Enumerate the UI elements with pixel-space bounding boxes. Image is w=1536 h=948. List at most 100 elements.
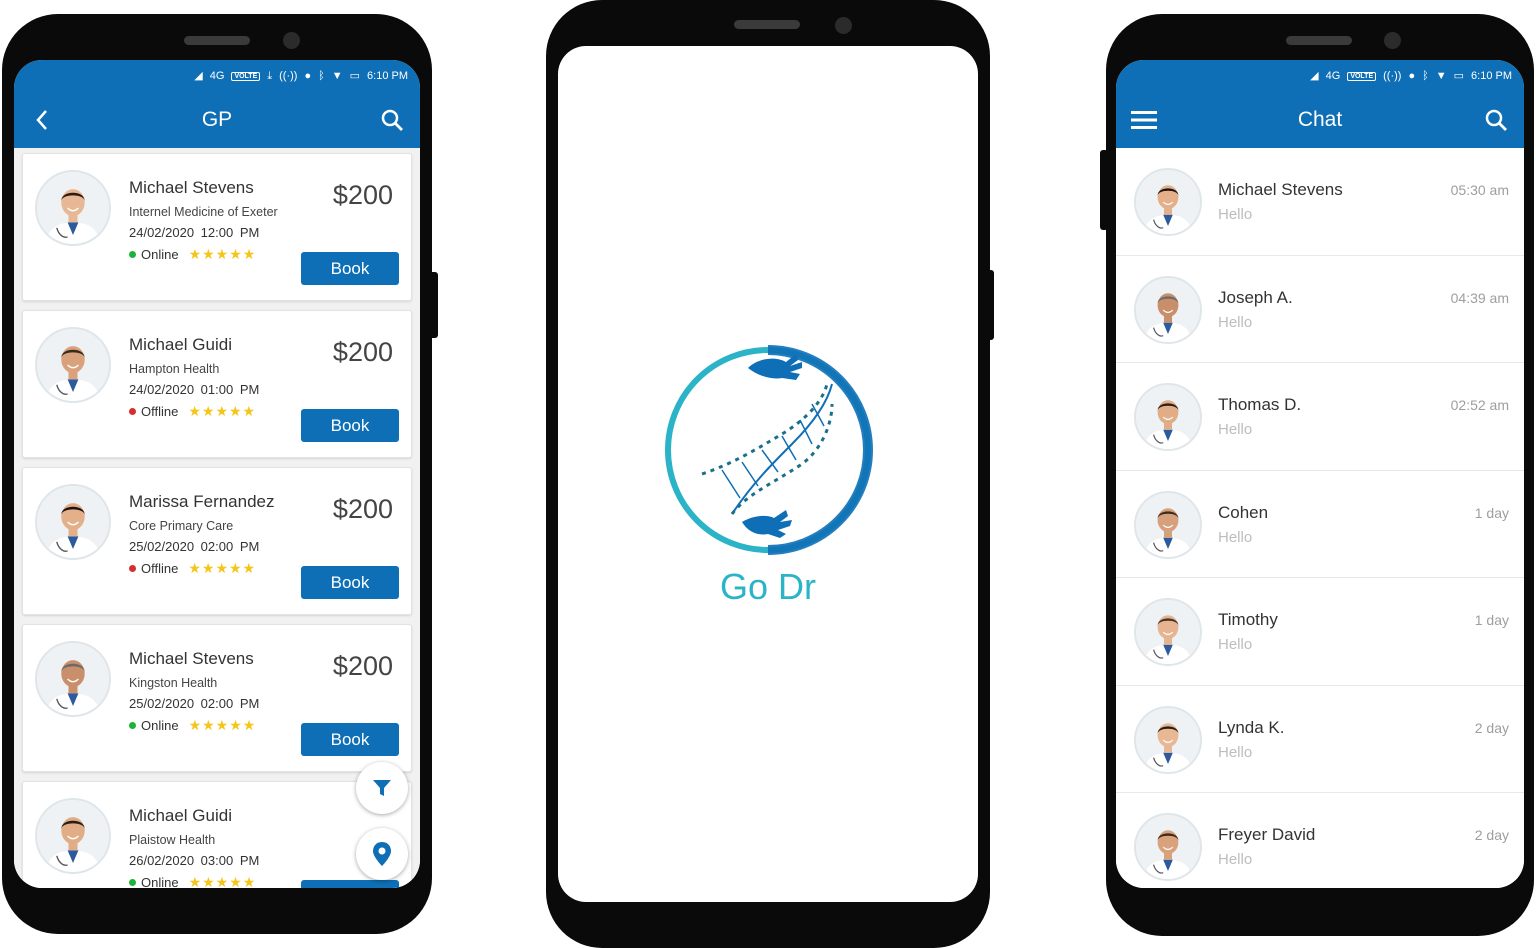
hotspot-icon: ((·)) [279, 69, 298, 82]
chat-list-item[interactable]: Freyer David Hello 2 day [1116, 793, 1524, 888]
doctor-practice: Hampton Health [129, 362, 220, 376]
search-icon[interactable] [1482, 106, 1510, 134]
volte-badge: VOLTE [1347, 71, 1377, 81]
status-time: 6:10 PM [367, 70, 408, 82]
availability-status: Online ★★★★★ [129, 246, 256, 263]
last-message: Hello [1218, 528, 1253, 546]
phone-chat: ◢ 4G VOLTE ((·)) ● ᛒ ▼ ▭ 6:10 PM Chat Mi… [1106, 14, 1534, 936]
doctor-card[interactable]: Michael Guidi Hampton Health 24/02/2020 01… [22, 310, 412, 458]
last-message: Hello [1218, 743, 1253, 761]
contact-name: Cohen [1218, 502, 1269, 522]
signal-icon: ◢ [194, 69, 203, 82]
hamburger-menu-icon[interactable] [1130, 106, 1158, 134]
location-button[interactable] [356, 828, 408, 880]
phone-speaker [1286, 36, 1352, 45]
volte-badge: VOLTE [231, 71, 261, 81]
side-button [1100, 150, 1108, 230]
filter-button[interactable] [356, 762, 408, 814]
search-icon[interactable] [378, 106, 406, 134]
contact-name: Thomas D. [1218, 395, 1302, 414]
book-button[interactable]: Book [301, 409, 399, 442]
doctor-card[interactable]: Michael Stevens Kingston Health 25/02/2020… [22, 624, 412, 772]
gp-screen: ◢ 4G VOLTE ⤓ ((·)) ● ᛒ ▼ ▭ 6:10 PM GP Mi… [14, 60, 420, 888]
location-icon: ● [1408, 69, 1416, 82]
avatar [1134, 813, 1202, 881]
message-time: 2 day [1474, 719, 1509, 736]
doctor-practice: Plaistow Health [129, 833, 216, 847]
doctor-portrait [37, 486, 109, 558]
status-dot [129, 251, 136, 258]
book-button[interactable]: Book [301, 566, 399, 599]
rating-stars: ★★★★★ [188, 874, 257, 888]
contact-name: Joseph A. [1218, 287, 1293, 307]
chat-list-item[interactable]: Timothy Hello 1 day [1116, 578, 1524, 686]
contact-name: Timothy [1218, 610, 1278, 629]
doctor-name: Michael Guidi [129, 806, 232, 825]
page-title: GP [201, 108, 233, 131]
location-icon: ● [304, 69, 312, 82]
network-type: 4G [209, 69, 225, 82]
doctor-card[interactable]: Michael Stevens Internel Medicine of Exet… [22, 153, 412, 301]
avatar [1134, 490, 1202, 559]
doctor-portrait [1136, 385, 1200, 449]
book-button[interactable]: Book [301, 252, 399, 285]
splash-screen: Go Dr [558, 46, 978, 902]
chat-list-item[interactable]: Joseph A. Hello 04:39 am [1116, 255, 1524, 363]
gp-app-bar: GP [14, 92, 420, 148]
status-time: 6:10 PM [1471, 70, 1512, 82]
wifi-icon: ▼ [1435, 69, 1447, 82]
doctor-portrait [37, 643, 109, 715]
appointment-datetime: 24/02/2020 01:00 PM [129, 382, 260, 397]
doctor-portrait [37, 329, 109, 401]
chat-list-item[interactable]: Thomas D. Hello 02:52 am [1116, 363, 1524, 471]
book-button[interactable] [301, 880, 399, 888]
signal-icon: ◢ [1310, 69, 1319, 82]
doctor-portrait [1136, 815, 1200, 879]
avatar [35, 170, 111, 246]
message-time: 2 day [1474, 827, 1509, 843]
message-time: 04:39 am [1450, 289, 1509, 306]
book-button[interactable]: Book [301, 723, 399, 756]
status-dot [129, 879, 136, 886]
doctor-card[interactable]: Marissa Fernandez Core Primary Care 25/02/… [22, 467, 412, 615]
last-message: Hello [1218, 313, 1253, 331]
last-message: Hello [1218, 636, 1253, 653]
doctor-name: Michael Stevens [129, 649, 254, 668]
avatar [1134, 275, 1202, 344]
doctor-card[interactable]: Michael Guidi Plaistow Health 26/02/2020 0… [22, 781, 412, 888]
status-label: Online [141, 247, 179, 262]
filter-icon [373, 780, 391, 796]
network-type: 4G [1325, 69, 1341, 82]
battery-icon: ▭ [349, 69, 361, 82]
chat-list-item[interactable]: Lynda K. Hello 2 day [1116, 685, 1524, 793]
phone-camera [283, 32, 300, 49]
avatar [1134, 168, 1202, 236]
avatar [1134, 598, 1202, 666]
doctor-portrait [1136, 600, 1200, 664]
status-dot [129, 565, 136, 572]
message-time: 05:30 am [1450, 182, 1509, 198]
last-message: Hello [1218, 206, 1253, 223]
chat-app-bar: Chat [1116, 92, 1524, 148]
appointment-datetime: 25/02/2020 02:00 PM [129, 539, 260, 554]
doctor-portrait [1136, 277, 1200, 342]
price: $200 [332, 494, 393, 524]
chat-screen: ◢ 4G VOLTE ((·)) ● ᛒ ▼ ▭ 6:10 PM Chat Mi… [1116, 60, 1524, 888]
chevron-left-icon[interactable] [28, 106, 56, 134]
contact-name: Lynda K. [1218, 717, 1285, 737]
status-label: Online [141, 875, 179, 888]
phone-camera [835, 17, 852, 34]
contact-name: Freyer David [1218, 825, 1316, 844]
message-time: 1 day [1474, 612, 1509, 628]
doctor-portrait [1136, 492, 1200, 557]
dna-hands-logo [665, 345, 874, 555]
message-time: 1 day [1474, 504, 1509, 521]
chat-list-item[interactable]: Michael Stevens Hello 05:30 am [1116, 148, 1524, 256]
phone-speaker [184, 36, 250, 45]
download-icon: ⤓ [267, 69, 273, 82]
availability-status: Online ★★★★★ [129, 717, 256, 734]
battery-icon: ▭ [1453, 69, 1465, 82]
chat-list-item[interactable]: Cohen Hello 1 day [1116, 470, 1524, 578]
doctor-name: Marissa Fernandez [129, 492, 275, 511]
hotspot-icon: ((·)) [1383, 69, 1402, 82]
